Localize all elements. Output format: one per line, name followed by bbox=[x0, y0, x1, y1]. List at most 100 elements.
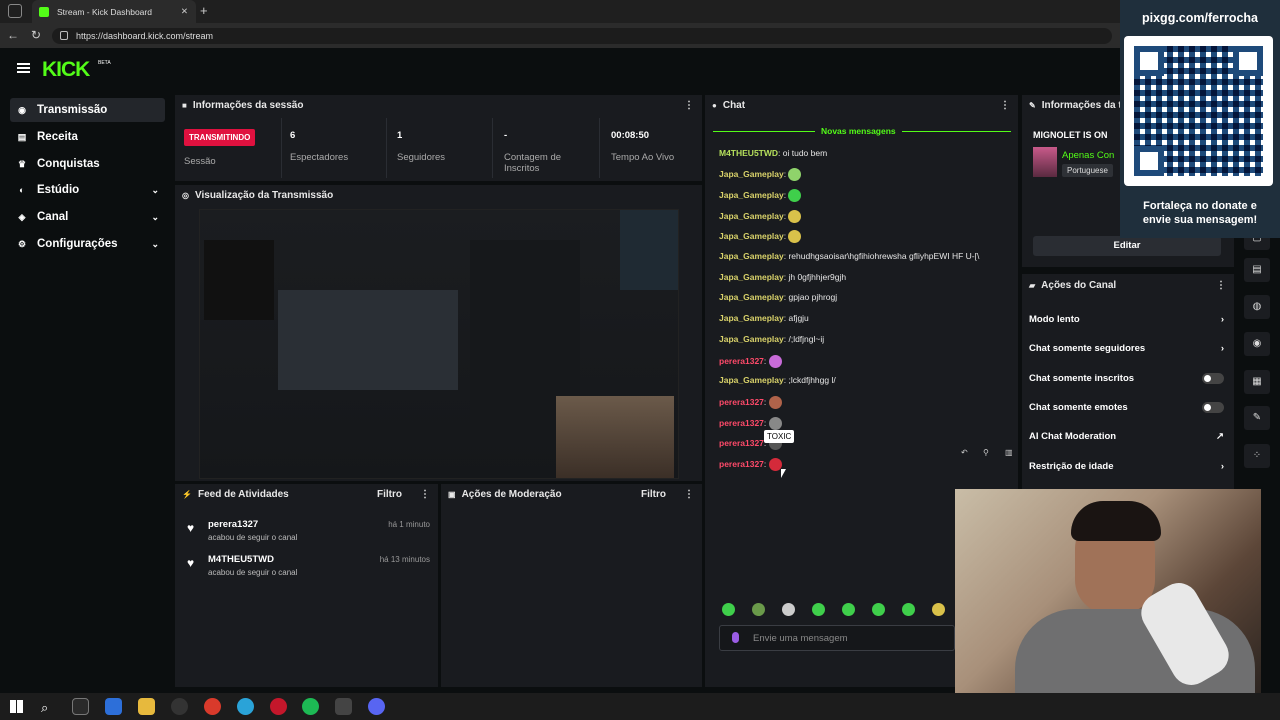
more-options-icon[interactable]: ⋮ bbox=[1216, 280, 1226, 291]
emote-icon[interactable] bbox=[842, 603, 855, 616]
rail-stack-icon[interactable]: ▦ bbox=[1244, 370, 1270, 394]
spotify-icon[interactable] bbox=[302, 698, 319, 715]
more-options-icon[interactable]: ⋮ bbox=[1000, 100, 1010, 111]
edge-icon[interactable] bbox=[237, 698, 254, 715]
emote-icon[interactable] bbox=[872, 603, 885, 616]
sidebar-item-estudio[interactable]: ◐ Estúdio ⌄ bbox=[10, 178, 165, 202]
emote-icon[interactable] bbox=[902, 603, 915, 616]
emote-icon bbox=[768, 417, 782, 430]
reload-icon[interactable]: ↻ bbox=[31, 28, 41, 42]
subscribers-only-toggle[interactable] bbox=[1202, 373, 1224, 384]
task-view-icon[interactable] bbox=[72, 698, 89, 715]
delete-icon[interactable]: ▥ bbox=[1005, 448, 1013, 457]
chat-username[interactable]: perera1327 bbox=[719, 397, 764, 407]
new-tab-icon[interactable]: + bbox=[200, 3, 208, 18]
stream-preview-panel: ◎ Visualização da Transmissão bbox=[175, 185, 702, 481]
feed-item: ♥ M4THEU5TWD acabou de seguir o canal há… bbox=[185, 554, 430, 577]
more-options-icon[interactable]: ⋮ bbox=[684, 489, 694, 500]
back-icon[interactable]: ← bbox=[7, 28, 19, 42]
chat-username[interactable]: Japa_Gameplay bbox=[719, 231, 784, 241]
url-input[interactable]: https://dashboard.kick.com/stream bbox=[52, 28, 1112, 44]
emote-icon[interactable] bbox=[782, 603, 795, 616]
edit-button[interactable]: Editar bbox=[1033, 236, 1221, 256]
hamburger-menu-icon[interactable] bbox=[17, 63, 30, 73]
obs-icon[interactable] bbox=[171, 698, 188, 715]
kick-logo[interactable]: KICK bbox=[42, 58, 90, 82]
live-badge: TRANSMITINDO bbox=[184, 129, 256, 146]
rail-chat-icon[interactable]: ◍ bbox=[1244, 295, 1270, 319]
chat-username[interactable]: Japa_Gameplay bbox=[719, 190, 784, 200]
age-restriction-row[interactable]: Restrição de idade › bbox=[1029, 461, 1224, 472]
browser-menu-icon[interactable] bbox=[8, 4, 22, 18]
rail-broadcast-icon[interactable]: ◉ bbox=[1244, 332, 1270, 356]
emote-icon[interactable] bbox=[722, 603, 735, 616]
emote-icon bbox=[768, 458, 782, 471]
chat-username[interactable]: Japa_Gameplay bbox=[719, 272, 784, 282]
browser-tab[interactable]: Stream - Kick Dashboard ✕ bbox=[32, 0, 196, 23]
slow-mode-row[interactable]: Modo lento › bbox=[1029, 314, 1224, 325]
row-label: Chat somente inscritos bbox=[1029, 373, 1135, 384]
chat-username[interactable]: Japa_Gameplay bbox=[719, 313, 784, 323]
qr-code-icon bbox=[1124, 36, 1273, 186]
stream-preview-video[interactable] bbox=[199, 209, 679, 479]
ai-moderation-row[interactable]: AI Chat Moderation ↗ bbox=[1029, 431, 1224, 442]
sidebar-item-transmissao[interactable]: ◉ Transmissão bbox=[10, 98, 165, 122]
kick-favicon-icon bbox=[39, 6, 49, 17]
discord-icon[interactable] bbox=[368, 698, 385, 715]
chat-username[interactable]: perera1327 bbox=[719, 356, 764, 366]
chat-text: afjgju bbox=[788, 313, 809, 323]
chat-username[interactable]: perera1327 bbox=[719, 418, 764, 428]
chat-username[interactable]: Japa_Gameplay bbox=[719, 251, 784, 261]
rail-dots-icon[interactable]: ⁘ bbox=[1244, 444, 1270, 468]
nested-sidebar bbox=[204, 240, 274, 320]
sidebar-item-receita[interactable]: ▤ Receita bbox=[10, 125, 165, 149]
reply-icon[interactable]: ↶ bbox=[961, 448, 968, 457]
emotes-only-toggle[interactable] bbox=[1202, 402, 1224, 413]
chat-message: M4THEU5TWD: oi tudo bem bbox=[719, 148, 827, 158]
opera-icon[interactable] bbox=[270, 698, 287, 715]
chat-username[interactable]: Japa_Gameplay bbox=[719, 169, 784, 179]
feed-filter-button[interactable]: Filtro bbox=[377, 489, 402, 500]
sidebar-item-canal[interactable]: ◈ Canal ⌄ bbox=[10, 205, 165, 229]
chat-message: Japa_Gameplay: bbox=[719, 230, 802, 243]
chat-username[interactable]: Japa_Gameplay bbox=[719, 375, 784, 385]
pin-icon[interactable]: ⚲ bbox=[983, 448, 989, 457]
kick-app-icon[interactable] bbox=[335, 698, 352, 715]
emote-icon[interactable] bbox=[932, 603, 945, 616]
sidebar-item-label: Canal bbox=[37, 211, 69, 223]
chat-username[interactable]: Japa_Gameplay bbox=[719, 211, 784, 221]
microphone-icon[interactable] bbox=[732, 632, 739, 643]
category-name[interactable]: Apenas Con bbox=[1062, 150, 1114, 161]
stat-followers: 1 Seguidores bbox=[397, 130, 492, 163]
moderation-filter-button[interactable]: Filtro bbox=[641, 489, 666, 500]
explorer-icon[interactable] bbox=[138, 698, 155, 715]
chat-username[interactable]: M4THEU5TWD bbox=[719, 148, 778, 158]
emote-icon bbox=[768, 396, 782, 409]
chat-message: perera1327: bbox=[719, 355, 782, 368]
more-options-icon[interactable]: ⋮ bbox=[420, 489, 430, 500]
chat-username[interactable]: Japa_Gameplay bbox=[719, 334, 784, 344]
store-icon[interactable] bbox=[105, 698, 122, 715]
sidebar-item-configuracoes[interactable]: ⚙ Configurações ⌄ bbox=[10, 232, 165, 256]
panel-title: Ações do Canal bbox=[1041, 279, 1117, 291]
sidebar-item-conquistas[interactable]: ♛ Conquistas bbox=[10, 152, 165, 176]
chat-text: rehudhgsaoisar\hgfihiohrewsha gfliyhpEWI… bbox=[788, 251, 980, 261]
close-tab-icon[interactable]: ✕ bbox=[181, 6, 188, 17]
windows-start-icon[interactable] bbox=[10, 700, 23, 713]
preview-panel-header: ◎ Visualização da Transmissão bbox=[175, 185, 702, 205]
activity-feed-panel: ⚡ Feed de Atividades Filtro ⋮ bbox=[175, 484, 438, 687]
chat-username[interactable]: Japa_Gameplay bbox=[719, 292, 784, 302]
search-icon[interactable]: ⌕ bbox=[41, 700, 48, 716]
rail-wrench-icon[interactable]: ✎ bbox=[1244, 406, 1270, 430]
chat-username[interactable]: perera1327 bbox=[719, 438, 764, 448]
webcam-in-preview bbox=[556, 396, 674, 478]
panel-title: Chat bbox=[722, 99, 746, 111]
chat-input[interactable]: Envie uma mensagem bbox=[719, 625, 955, 651]
rail-document-icon[interactable]: ▤ bbox=[1244, 258, 1270, 282]
chrome-icon[interactable] bbox=[204, 698, 221, 715]
emote-icon[interactable] bbox=[752, 603, 765, 616]
followers-only-row[interactable]: Chat somente seguidores › bbox=[1029, 343, 1224, 354]
emote-icon[interactable] bbox=[812, 603, 825, 616]
chat-username[interactable]: perera1327 bbox=[719, 459, 764, 469]
more-options-icon[interactable]: ⋮ bbox=[684, 100, 694, 111]
